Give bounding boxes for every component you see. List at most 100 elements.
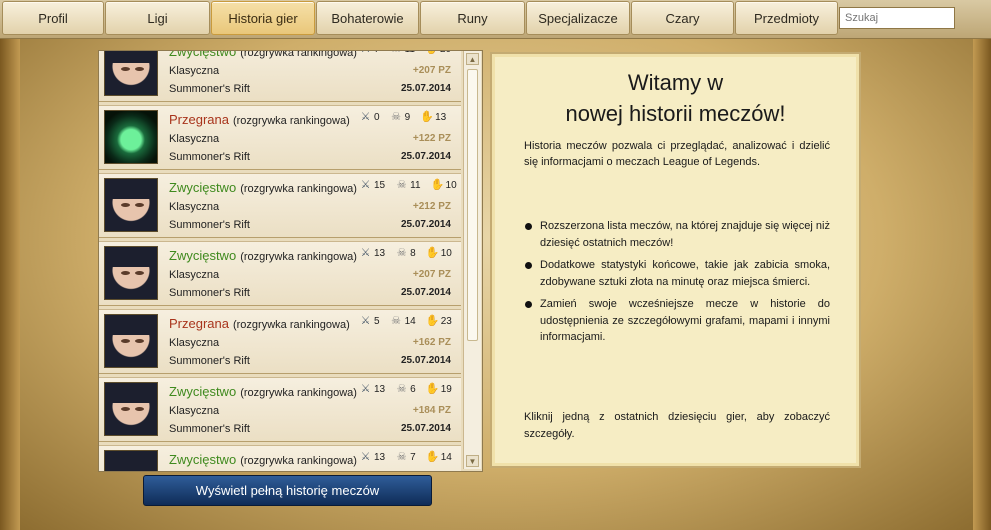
match-date: 25.07.2014 [400, 219, 451, 230]
tab-specjalizacze[interactable]: Specjalizacze [526, 1, 630, 35]
tab-runy[interactable]: Runy [420, 1, 525, 35]
match-date: 25.07.2014 [400, 83, 451, 94]
feature-item: Dodatkowe statystyki końcowe, takie jak … [524, 257, 830, 290]
tab-profil[interactable]: Profil [2, 1, 104, 35]
skull-icon: ☠ [391, 315, 401, 327]
kills-value: 13 [374, 452, 386, 463]
ahri-portrait [104, 314, 158, 368]
full-history-button[interactable]: Wyświetl pełną historię meczów [143, 475, 432, 506]
tab-ligi[interactable]: Ligi [105, 1, 210, 35]
match-kda: ⚔ 5 ☠ 14 ✋ 23 [359, 315, 462, 328]
match-outcome-label: Przegrana [169, 112, 229, 127]
match-kda: ⚔ 0 ☠ 9 ✋ 13 [359, 111, 456, 124]
frame-left [0, 38, 20, 530]
kills-value: 7 [374, 51, 380, 55]
match-row[interactable]: Zwycięstwo (rozgrywka rankingowa) ⚔ 13 ☠ 6 ✋ 19… [99, 377, 461, 442]
kills-value: 5 [374, 316, 380, 327]
match-queue-type: (rozgrywka rankingowa) [240, 50, 357, 59]
match-row[interactable]: Przegrana (rozgrywka rankingowa) ⚔ 0 ☠ 9 ✋ 13 Kl… [99, 105, 461, 170]
deaths-value: 11 [410, 180, 421, 191]
match-outcome: Zwycięstwo (rozgrywka rankingowa) [169, 384, 357, 399]
match-row[interactable]: Zwycięstwo (rozgrywka rankingowa) ⚔ 15 ☠ 11 ✋ 1… [99, 173, 461, 238]
match-mode: Klasyczna [169, 201, 220, 213]
match-outcome: Zwycięstwo (rozgrywka rankingowa) [169, 50, 357, 59]
feature-list: Rozszerzona lista meczów, na której znaj… [524, 218, 830, 352]
deaths-value: 8 [410, 248, 416, 259]
match-row[interactable]: Zwycięstwo(rozgrywka rankingowa)⚔7 ☠11 ✋20… [99, 50, 461, 102]
deaths-value: 6 [410, 384, 416, 395]
assists-value: 14 [440, 452, 452, 463]
match-pz: +207 PZ [412, 65, 451, 76]
skull-icon: ☠ [396, 247, 407, 259]
assists-value: 20 [440, 51, 451, 55]
match-row[interactable]: Zwycięstwo (rozgrywka rankingowa) ⚔ 13 ☠ 7 ✋ 14… [99, 445, 461, 471]
match-kda: ⚔7 ☠11 ✋20 [359, 51, 461, 56]
hand-icon: ✋ [425, 247, 440, 259]
match-kda: ⚔ 13 ☠ 6 ✋ 19 [359, 383, 462, 396]
hand-icon: ✋ [425, 315, 440, 327]
match-queue-type: (rozgrywka rankingowa) [240, 455, 357, 467]
match-queue-type: (rozgrywka rankingowa) [232, 115, 350, 127]
match-outcome: Zwycięstwo (rozgrywka rankingowa) [169, 248, 357, 263]
match-list-scrollbar[interactable]: ▲ ▼ [463, 51, 481, 469]
sword-icon: ⚔ [360, 179, 371, 191]
hand-icon: ✋ [425, 451, 440, 463]
assists-value: 23 [440, 316, 452, 327]
match-pz: +207 PZ [412, 269, 451, 280]
search-input[interactable] [839, 7, 955, 29]
match-queue-type: (rozgrywka rankingowa) [240, 387, 357, 399]
kills-value: 15 [374, 180, 386, 191]
hand-icon: ✋ [420, 111, 434, 123]
match-map: Summoner's Rift [169, 83, 250, 95]
match-outcome-label: Zwycięstwo [169, 452, 237, 467]
kills-value: 13 [374, 248, 386, 259]
match-pz: +212 PZ [412, 201, 451, 212]
skull-icon: ☠ [396, 179, 407, 191]
match-map: Summoner's Rift [169, 287, 250, 299]
tab-czary[interactable]: Czary [631, 1, 734, 35]
match-outcome: Przegrana (rozgrywka rankingowa) [169, 316, 350, 331]
match-date: 25.07.2014 [400, 355, 451, 366]
hand-icon: ✋ [425, 51, 439, 56]
scroll-thumb[interactable] [467, 69, 478, 341]
tab-bohaterowie[interactable]: Bohaterowie [316, 1, 419, 35]
scroll-down-button[interactable]: ▼ [466, 455, 479, 467]
ahri-portrait [104, 382, 158, 436]
deaths-value: 9 [404, 112, 411, 123]
welcome-outro: Kliknij jedną z ostatnich dziesięciu gie… [524, 411, 830, 440]
scroll-up-button[interactable]: ▲ [466, 53, 479, 65]
match-row[interactable]: Zwycięstwo (rozgrywka rankingowa) ⚔ 13 ☠ 8 ✋ 10… [99, 241, 461, 306]
match-kda: ⚔ 15 ☠ 11 ✋ 10 [359, 179, 467, 192]
sword-icon: ⚔ [360, 111, 371, 123]
match-pz: +184 PZ [412, 405, 451, 416]
skull-icon: ☠ [391, 111, 401, 123]
tab-przedmioty[interactable]: Przedmioty [735, 1, 838, 35]
match-queue-type: (rozgrywka rankingowa) [232, 319, 350, 331]
skull-icon: ☠ [396, 383, 407, 395]
sword-icon: ⚔ [360, 247, 371, 259]
sword-icon: ⚔ [360, 315, 371, 327]
match-outcome: Zwycięstwo (rozgrywka rankingowa) [169, 180, 357, 195]
match-outcome-label: Zwycięstwo [169, 248, 237, 263]
tab-historia-gier[interactable]: Historia gier [211, 1, 315, 35]
skull-icon: ☠ [396, 451, 407, 463]
match-list-content: Zwycięstwo(rozgrywka rankingowa)⚔7☠11✋20… [99, 50, 461, 471]
feature-item: Zamień swoje wcześniejsze mecze w histor… [524, 296, 830, 346]
match-date: 25.07.2014 [400, 151, 451, 162]
match-date: 25.07.2014 [400, 287, 451, 298]
deaths-value: 14 [404, 316, 416, 327]
feature-item: Rozszerzona lista meczów, na której znaj… [524, 218, 830, 251]
welcome-intro: Historia meczów pozwala ci przeglądać, a… [524, 140, 830, 168]
kills-value: 0 [374, 112, 380, 123]
welcome-title: Witamy w nowej historii meczów! [492, 67, 859, 129]
match-pz: +122 PZ [412, 133, 451, 144]
match-row[interactable]: Przegrana (rozgrywka rankingowa) ⚔ 5 ☠ 14 ✋ 23 K… [99, 309, 461, 374]
match-mode: Klasyczna [169, 405, 220, 417]
match-queue-type: (rozgrywka rankingowa) [240, 183, 357, 195]
ahri-portrait [104, 246, 158, 300]
match-mode: Klasyczna [169, 133, 220, 145]
sword-icon: ⚔ [359, 51, 372, 56]
ahri-portrait [104, 450, 158, 471]
match-kda: ⚔ 13 ☠ 8 ✋ 10 [359, 247, 462, 260]
match-outcome: Zwycięstwo (rozgrywka rankingowa) [169, 452, 357, 467]
